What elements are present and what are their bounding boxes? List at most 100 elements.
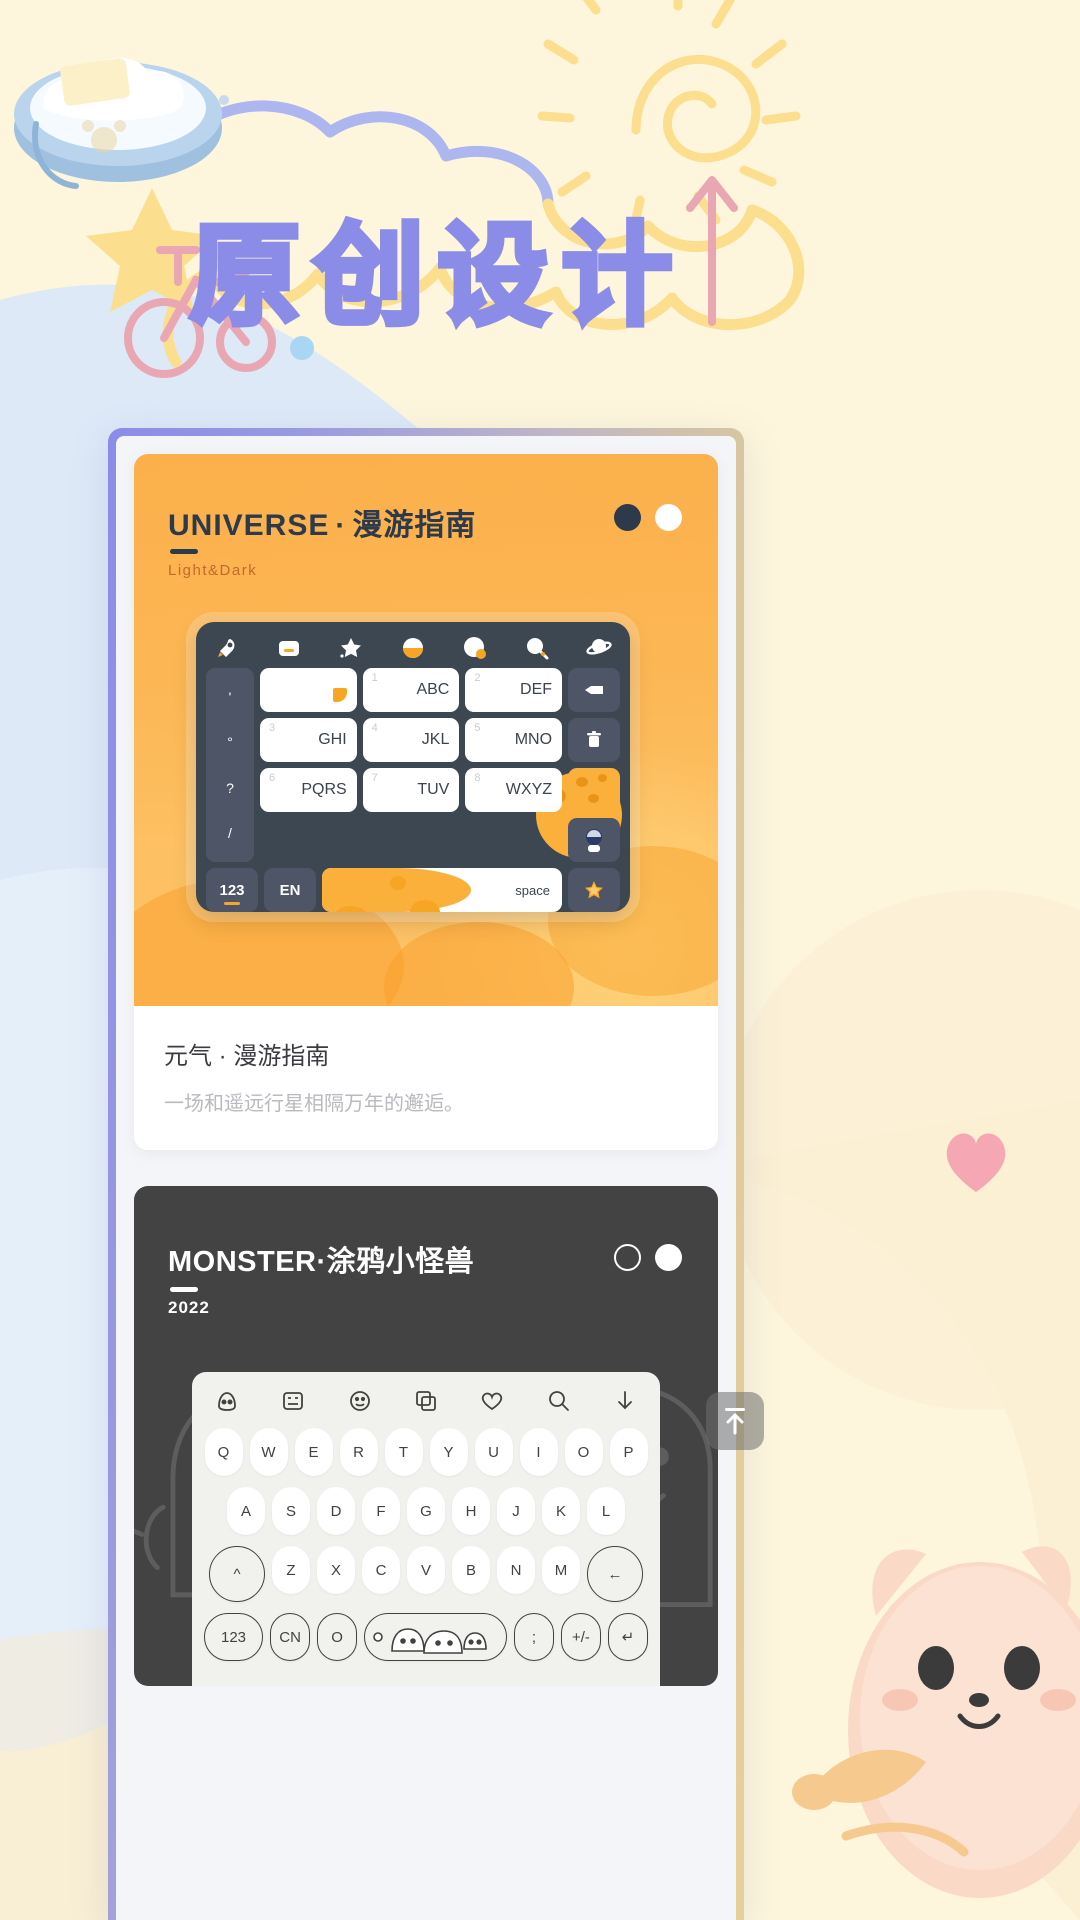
key-j[interactable]: J (497, 1487, 535, 1535)
key-z[interactable]: Z (272, 1546, 310, 1594)
key-circle[interactable]: O (317, 1613, 358, 1661)
key-blank[interactable] (260, 668, 357, 712)
keyboard-function-column[interactable] (568, 668, 620, 862)
keyboard-preview-monster[interactable]: Q W E R T Y U I O P A S D F G H J K L ^ … (192, 1372, 660, 1686)
key-plus-minus[interactable]: +/- (560, 1613, 601, 1661)
keyboard-row-1[interactable]: Q W E R T Y U I O P (204, 1428, 648, 1476)
key-numeric[interactable]: 123 (203, 1613, 264, 1661)
emoji-icon[interactable] (347, 1388, 373, 1414)
key-p[interactable]: P (609, 1428, 648, 1476)
keyboard-row[interactable]: 6 PQRS 7 TUV 8 WXYZ (260, 768, 563, 812)
cheese-moon-icon[interactable] (568, 768, 620, 812)
key-shift[interactable]: ^ (209, 1546, 265, 1602)
astronaut-icon[interactable] (568, 818, 620, 862)
key-mno[interactable]: 5 MNO (465, 718, 563, 762)
key-o[interactable]: O (564, 1428, 603, 1476)
phone-screen[interactable]: UNIVERSE · 漫游指南 Light&Dark ' ° ? / 1 ABC… (116, 436, 736, 1920)
theme-card-monster[interactable]: MONSTER·涂鸦小怪兽 2022 Q W E R T Y U I O P A… (134, 1186, 718, 1686)
key-space[interactable] (364, 1613, 507, 1661)
toggle-dot-dark[interactable] (614, 504, 641, 531)
crumb-decor-icon (332, 688, 347, 702)
key-g[interactable]: G (407, 1487, 445, 1535)
keyboard-preview-universe[interactable]: ' ° ? / 1 ABC 2 DEF 3 GHI 4 JKL 5 MNO 6 … (196, 622, 630, 912)
key-enter[interactable]: ↵ (607, 1613, 649, 1661)
key-w[interactable]: W (249, 1428, 288, 1476)
heart-icon[interactable] (479, 1388, 505, 1414)
key-r[interactable]: R (339, 1428, 378, 1476)
cheese-texture-decor (322, 868, 471, 912)
key-k[interactable]: K (542, 1487, 580, 1535)
keyboard-toolbar[interactable] (206, 632, 620, 668)
sticker-icon[interactable] (280, 1388, 306, 1414)
key-a[interactable]: A (227, 1487, 265, 1535)
keyboard-punct-column[interactable]: ' ° ? / (206, 668, 254, 862)
keyboard-t9-grid[interactable]: 1 ABC 2 DEF 3 GHI 4 JKL 5 MNO 6 PQRS 7 T… (260, 668, 563, 862)
theme-toggle-universe[interactable] (614, 504, 682, 531)
toggle-dot-light[interactable] (655, 1244, 682, 1271)
key-e[interactable]: E (294, 1428, 333, 1476)
key-b[interactable]: B (452, 1546, 490, 1594)
keyboard-row-4[interactable]: 123 CN O ; +/- ↵ (203, 1613, 649, 1661)
key-c[interactable]: C (362, 1546, 400, 1594)
key-def[interactable]: 2 DEF (465, 668, 563, 712)
back-to-top-button[interactable] (706, 1392, 764, 1450)
keyboard-row-2[interactable]: A S D F G H J K L (204, 1487, 648, 1535)
rocket-icon[interactable] (214, 635, 240, 661)
theme-card-universe[interactable]: UNIVERSE · 漫游指南 Light&Dark ' ° ? / 1 ABC… (134, 454, 718, 1150)
toggle-dot-light[interactable] (655, 504, 682, 531)
key-numeric[interactable]: 123 (206, 868, 258, 912)
keyboard-bottom-row[interactable]: 123 EN space (206, 868, 620, 912)
punct-key-apostrophe[interactable]: ' (229, 689, 232, 705)
monster-face-icon[interactable] (214, 1388, 240, 1414)
star-icon[interactable] (338, 635, 364, 661)
key-d[interactable]: D (317, 1487, 355, 1535)
punct-key-slash[interactable]: / (228, 825, 232, 841)
search-icon[interactable] (546, 1388, 572, 1414)
key-l[interactable]: L (587, 1487, 625, 1535)
caption-title: 元气 · 漫游指南 (164, 1043, 330, 1070)
key-ghi[interactable]: 3 GHI (260, 718, 357, 762)
key-s[interactable]: S (272, 1487, 310, 1535)
key-t[interactable]: T (384, 1428, 423, 1476)
key-sticker-star[interactable] (568, 868, 620, 912)
clipboard-icon[interactable] (413, 1388, 439, 1414)
key-v[interactable]: V (407, 1546, 445, 1594)
keyboard-row-3[interactable]: ^ Z X C V B N M ← (204, 1546, 648, 1602)
key-wxyz[interactable]: 8 WXYZ (465, 768, 563, 812)
key-n[interactable]: N (497, 1546, 535, 1594)
planet-icon[interactable] (586, 635, 612, 661)
search-icon[interactable] (524, 635, 550, 661)
download-icon[interactable] (612, 1388, 638, 1414)
theme-toggle-monster[interactable] (614, 1244, 682, 1271)
key-m[interactable]: M (542, 1546, 580, 1594)
keyboard-icon[interactable] (276, 635, 302, 661)
backspace-icon[interactable] (568, 668, 620, 712)
key-y[interactable]: Y (429, 1428, 468, 1476)
key-h[interactable]: H (452, 1487, 490, 1535)
key-language[interactable]: CN (270, 1613, 311, 1661)
toggle-dot-dark[interactable] (614, 1244, 641, 1271)
key-pqrs[interactable]: 6 PQRS (260, 768, 357, 812)
key-f[interactable]: F (362, 1487, 400, 1535)
moon-icon[interactable] (400, 635, 426, 661)
moon-phase-icon[interactable] (462, 635, 488, 661)
keyboard-toolbar[interactable] (204, 1386, 648, 1428)
punct-key-degree[interactable]: ° (227, 734, 233, 750)
key-jkl[interactable]: 4 JKL (362, 718, 460, 762)
keyboard-row[interactable]: 3 GHI 4 JKL 5 MNO (260, 718, 563, 762)
universe-card-caption: 元气 · 漫游指南 一场和遥远行星相隔万年的邂逅。 (134, 1006, 718, 1150)
key-x[interactable]: X (317, 1546, 355, 1594)
key-language[interactable]: EN (264, 868, 316, 912)
key-space[interactable]: space (322, 868, 562, 912)
key-i[interactable]: I (519, 1428, 558, 1476)
key-q[interactable]: Q (204, 1428, 243, 1476)
key-semicolon[interactable]: ; (513, 1613, 554, 1661)
key-u[interactable]: U (474, 1428, 513, 1476)
key-tuv[interactable]: 7 TUV (362, 768, 460, 812)
key-abc[interactable]: 1 ABC (362, 668, 460, 712)
keyboard-row[interactable]: 1 ABC 2 DEF (260, 668, 563, 712)
cat-mascot-illustration (792, 1546, 1080, 1898)
trash-icon[interactable] (568, 718, 620, 762)
key-backspace[interactable]: ← (587, 1546, 643, 1602)
punct-key-question[interactable]: ? (226, 780, 234, 796)
